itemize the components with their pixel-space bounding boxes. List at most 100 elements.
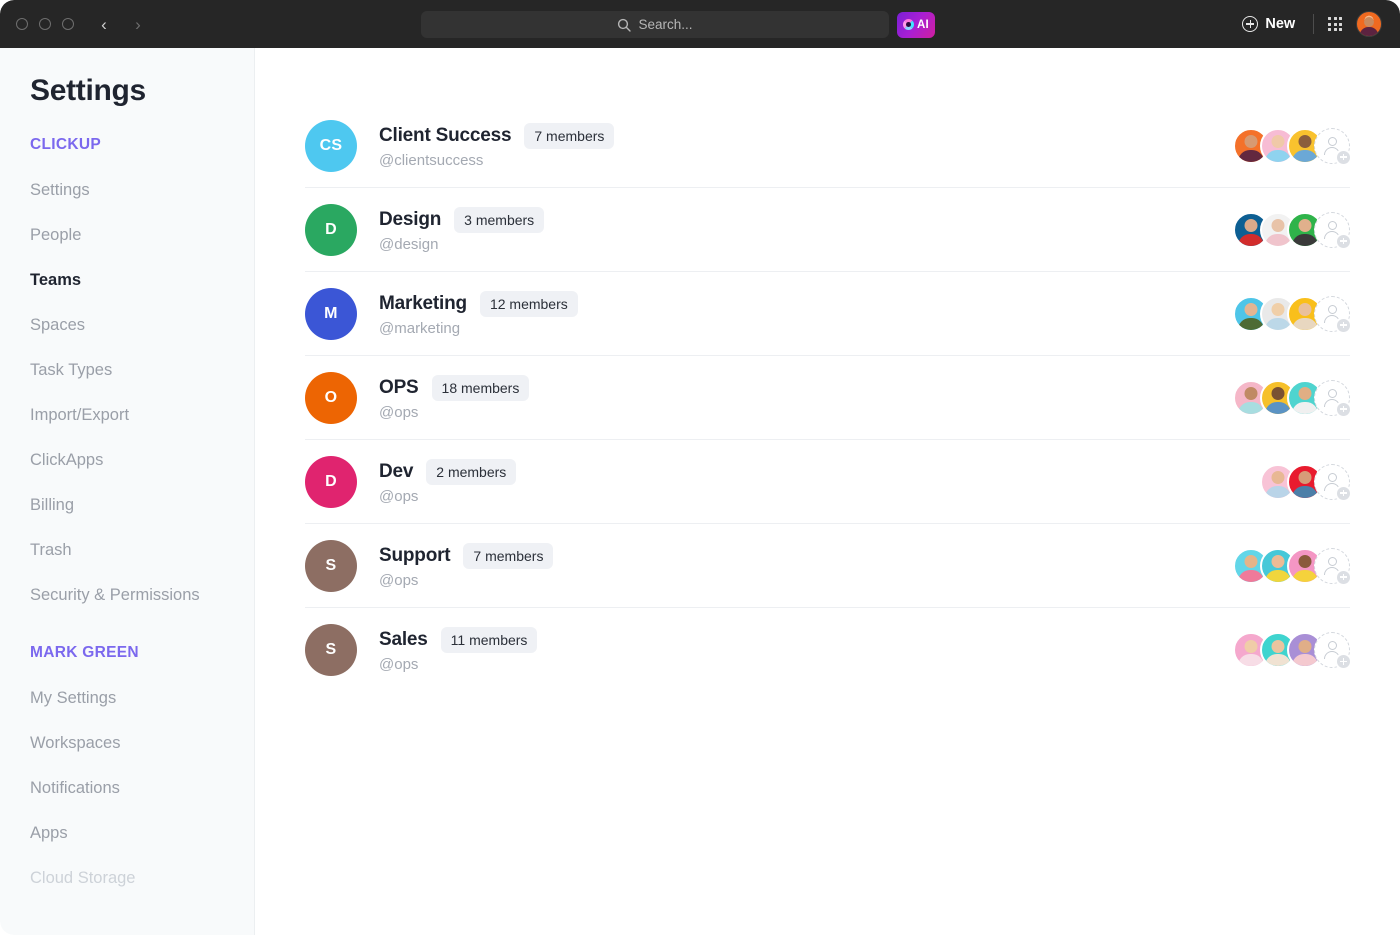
minimize-window-button[interactable]: [39, 18, 51, 30]
ai-button[interactable]: AI: [897, 11, 935, 38]
person-icon: [1327, 220, 1337, 230]
sidebar-item-settings[interactable]: Settings: [0, 168, 254, 213]
main-content: CS Client Success 7 members @clientsuccess D…: [255, 48, 1400, 935]
add-member-button[interactable]: [1314, 211, 1352, 250]
team-meta: OPS 18 members @ops: [379, 374, 530, 421]
teams-list: CS Client Success 7 members @clientsuccess D…: [305, 104, 1352, 692]
grid-apps-icon[interactable]: [1328, 17, 1342, 31]
sidebar-item-task-types[interactable]: Task Types: [0, 348, 254, 393]
team-name: Dev: [379, 460, 414, 482]
sidebar: Settings CLICKUP Settings People Teams S…: [0, 48, 255, 935]
close-window-button[interactable]: [16, 18, 28, 30]
add-member-button[interactable]: [1314, 547, 1352, 586]
avatar-head: [1244, 135, 1258, 149]
team-meta: Client Success 7 members @clientsuccess: [379, 122, 615, 169]
member-avatar-stack: [1260, 463, 1352, 502]
sidebar-item-clickapps[interactable]: ClickApps: [0, 438, 254, 483]
member-count-badge: 7 members: [463, 542, 554, 569]
team-name-line: OPS 18 members: [379, 374, 530, 401]
team-handle: @ops: [379, 571, 419, 589]
team-name: Client Success: [379, 124, 512, 146]
member-avatar-stack: [1233, 211, 1352, 250]
avatar[interactable]: [1356, 11, 1382, 37]
team-row[interactable]: S Support 7 members @ops: [305, 524, 1352, 608]
team-avatar: M: [305, 287, 357, 340]
app-window: ‹ › Search... AI New Settings CLICKUP Se…: [0, 0, 1400, 935]
avatar-head: [1298, 303, 1312, 317]
plus-icon: [1335, 316, 1352, 334]
sidebar-item-import-export[interactable]: Import/Export: [0, 393, 254, 438]
sidebar-item-my-settings[interactable]: My Settings: [0, 676, 254, 721]
person-icon: [1327, 641, 1337, 650]
member-avatar-stack: [1233, 295, 1352, 334]
avatar-head: [1271, 219, 1285, 233]
member-avatar-stack: [1233, 547, 1352, 586]
add-member-button[interactable]: [1314, 463, 1352, 502]
team-row[interactable]: D Dev 2 members @ops: [305, 440, 1352, 524]
member-count-badge: 2 members: [426, 458, 517, 485]
sidebar-section-header-user: MARK GREEN: [30, 644, 139, 661]
team-avatar: O: [305, 371, 357, 424]
team-row[interactable]: M Marketing 12 members @marketing: [305, 272, 1352, 356]
member-count-badge: 18 members: [431, 374, 530, 401]
team-row[interactable]: CS Client Success 7 members @clientsuccess: [305, 104, 1352, 188]
team-name-line: Marketing 12 members: [379, 290, 578, 317]
maximize-window-button[interactable]: [62, 18, 74, 30]
avatar-head: [1244, 219, 1258, 233]
search-area: Search... AI: [421, 11, 935, 38]
sidebar-item-workspaces[interactable]: Workspaces: [0, 721, 254, 766]
team-row[interactable]: O OPS 18 members @ops: [305, 356, 1352, 440]
team-avatar: D: [305, 203, 357, 256]
sidebar-item-billing[interactable]: Billing: [0, 483, 254, 528]
team-row[interactable]: D Design 3 members @design: [305, 188, 1352, 272]
team-handle: @marketing: [379, 319, 461, 337]
team-row[interactable]: S Sales 11 members @ops: [305, 608, 1352, 692]
titlebar-actions: New: [1238, 0, 1382, 48]
add-member-button[interactable]: [1314, 632, 1352, 670]
avatar-head: [1298, 639, 1312, 653]
person-icon: [1327, 556, 1337, 566]
sidebar-item-apps[interactable]: Apps: [0, 811, 254, 856]
member-count-badge: 3 members: [454, 206, 545, 233]
search-input[interactable]: Search...: [421, 11, 889, 38]
team-handle: @design: [379, 235, 439, 253]
team-meta: Marketing 12 members @marketing: [379, 290, 578, 337]
add-member-button[interactable]: [1314, 379, 1352, 418]
avatar-head: [1298, 135, 1312, 149]
plus-icon: [1335, 232, 1352, 250]
sidebar-item-security-permissions[interactable]: Security & Permissions: [0, 573, 254, 618]
sidebar-item-notifications[interactable]: Notifications: [0, 766, 254, 811]
divider: [1313, 14, 1315, 34]
ai-sparkle-icon: [903, 19, 915, 30]
team-meta: Design 3 members @design: [379, 206, 545, 253]
sidebar-item-people[interactable]: People: [0, 213, 254, 258]
avatar-head: [1244, 387, 1258, 401]
back-arrow-icon[interactable]: ‹: [91, 11, 117, 37]
sidebar-item-teams[interactable]: Teams: [0, 258, 254, 303]
plus-icon: [1335, 148, 1352, 166]
team-meta: Dev 2 members @ops: [379, 458, 517, 505]
team-handle: @clientsuccess: [379, 151, 484, 169]
avatar-head: [1298, 555, 1312, 569]
forward-arrow-icon[interactable]: ›: [125, 11, 151, 37]
new-button[interactable]: New: [1238, 12, 1299, 36]
add-member-button[interactable]: [1314, 295, 1352, 334]
sidebar-item-cloud-storage[interactable]: Cloud Storage: [0, 856, 254, 901]
sidebar-section-header-clickup: CLICKUP: [30, 136, 101, 153]
sidebar-item-trash[interactable]: Trash: [0, 528, 254, 573]
avatar-head: [1298, 219, 1312, 233]
team-name-line: Design 3 members: [379, 206, 545, 233]
member-avatar-stack: [1233, 632, 1352, 670]
avatar-head: [1244, 555, 1258, 569]
avatar-head: [1271, 471, 1285, 485]
avatar-head: [1271, 303, 1285, 317]
member-avatar-stack: [1233, 379, 1352, 418]
avatar-head: [1271, 135, 1285, 149]
add-member-button[interactable]: [1314, 127, 1352, 166]
team-name: Sales: [379, 629, 428, 650]
sidebar-item-spaces[interactable]: Spaces: [0, 303, 254, 348]
person-icon: [1327, 304, 1337, 314]
window-controls: [16, 18, 74, 30]
team-name: Support: [379, 544, 451, 566]
